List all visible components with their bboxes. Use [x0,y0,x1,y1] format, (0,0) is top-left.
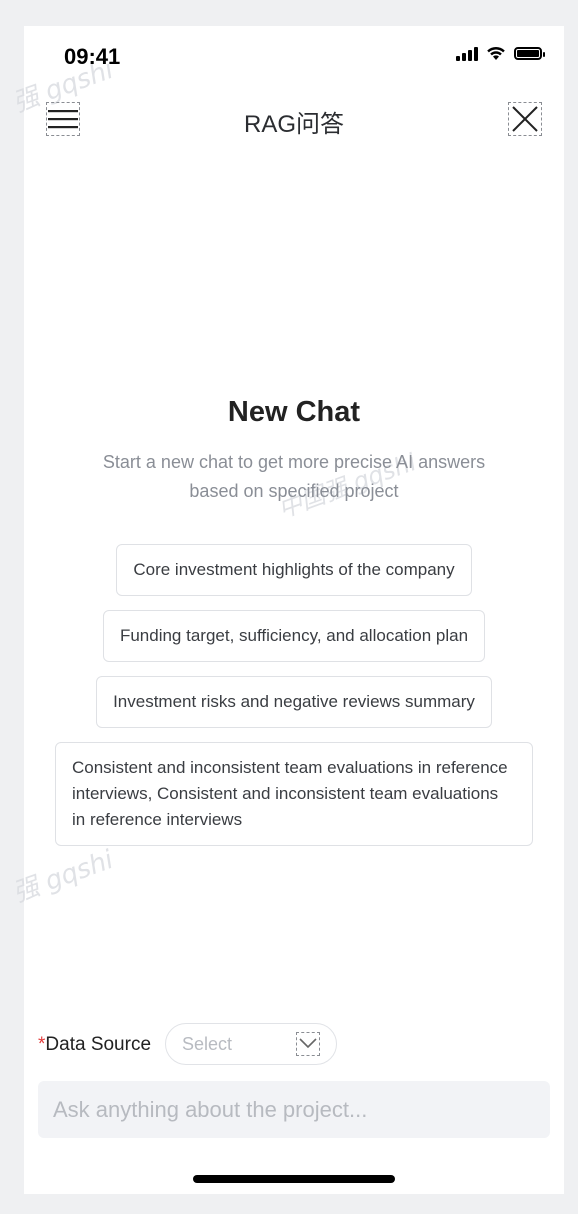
suggestion-chip[interactable]: Funding target, sufficiency, and allocat… [102,610,486,662]
suggestion-chip[interactable]: Consistent and inconsistent team evaluat… [55,742,533,846]
data-source-select[interactable]: Select [165,1023,337,1065]
status-time: 09:41 [64,44,121,69]
ask-input[interactable] [38,1081,550,1138]
phone-screen: 强 gqshi 中国强 gqshi 强 gqshi 09:41 RAG问答 Ne… [9,26,564,1194]
signal-icon [456,46,478,61]
home-indicator [193,1175,395,1183]
data-source-label: *Data Source [38,1034,151,1056]
close-icon [512,106,538,132]
empty-state-title: New Chat [227,396,361,428]
empty-state-subtitle: Start a new chat to get more precise AI … [102,452,486,501]
suggestion-list: Core investment highlights of the compan… [24,544,564,846]
status-icons [456,46,545,61]
wifi-icon [487,46,505,60]
battery-icon [514,47,545,60]
watermark: 强 gqshi [8,844,118,909]
suggestion-chip[interactable]: Core investment highlights of the compan… [116,544,472,596]
close-button[interactable] [508,102,542,136]
suggestion-chip[interactable]: Investment risks and negative reviews su… [96,676,492,728]
dropdown-icon [296,1032,320,1056]
page-title: RAG问答 [243,111,344,138]
select-placeholder: Select [182,1034,233,1054]
data-source-label-text: Data Source [45,1034,152,1055]
